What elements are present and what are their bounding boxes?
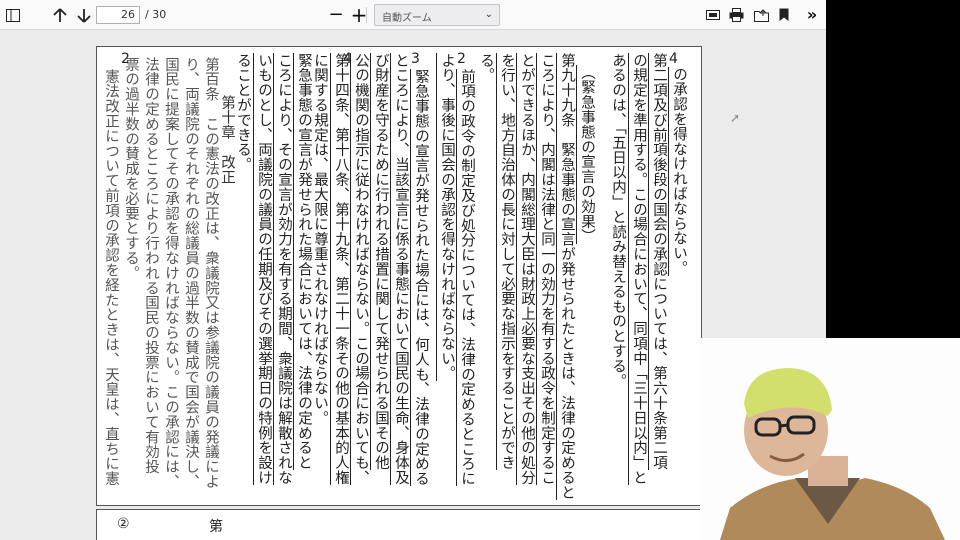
paragraph-number: 4	[669, 51, 678, 67]
next-page-icon[interactable]	[74, 5, 94, 25]
text-column: る。	[478, 53, 494, 83]
text-column: ころにより、内閣は法律と同一の効力を有する政令を制定するこ	[536, 53, 557, 486]
next-page: ② 第	[96, 509, 702, 540]
page-number-input[interactable]: 26	[96, 6, 140, 24]
paragraph-number: 2	[457, 51, 466, 67]
document-page: 4 の承認を得なければならない。 第二項及び前項後段の国会の承認については、第六…	[96, 46, 702, 506]
page-count: / 30	[145, 8, 167, 21]
text-column: 国民に提案してその承認を得なければならない。この承認には、	[163, 57, 179, 490]
open-file-icon[interactable]	[751, 5, 771, 25]
presenter-image	[700, 338, 960, 540]
text-column: 第九十九条 緊急事態の宣言が発せられたときは、法律の定めると	[556, 53, 577, 500]
text-column: 前項の政令の制定及び処分については、法律の定めるところに	[456, 69, 477, 487]
text-column: 第	[209, 519, 223, 535]
paragraph-number: 2	[121, 51, 130, 67]
text-column: 憲法改正について前項の承認を経たときは、天皇は、直ちに憲	[103, 69, 119, 487]
text-column: あるのは、「五日以内」と読み替えるものとする。	[610, 53, 626, 389]
text-column: 公の機関の指示に従わなければならない。この場合においても、	[350, 53, 371, 486]
text-column: 緊急事態の宣言が発せられた場合においては、法律の定めると	[293, 53, 314, 471]
more-tools-icon[interactable]: »	[802, 5, 822, 25]
presentation-icon[interactable]	[703, 5, 723, 25]
section-heading: （緊急事態の宣言の効果）	[576, 65, 597, 244]
chapter-heading: 第十章 改正	[219, 95, 235, 185]
text-column: とができるほか、内閣総理大臣は財政上必要な支出その他の処分	[516, 53, 537, 486]
text-column: ころにより、その宣言が効力を有する期間、衆議院は解散されな	[273, 53, 294, 486]
print-icon[interactable]	[726, 5, 746, 25]
mouse-pointer-icon: ➚	[730, 111, 741, 125]
text-column: 票の過半数の賛成を必要とする。	[123, 57, 139, 281]
bookmark-icon[interactable]	[774, 5, 794, 25]
zoom-in-button[interactable]: +	[349, 5, 369, 25]
text-column: いものとし、両議院の議員の任期及びその選挙期日の特例を設け	[253, 53, 274, 486]
text-column: り、両議院のそれぞれの総議員の過半数の賛成で国会が議決し、	[183, 57, 199, 490]
zoom-select[interactable]: 自動ズーム ⌄	[374, 4, 500, 26]
text-column: 第二項及び前項後段の国会の承認については、第六十条第二項	[648, 53, 669, 471]
paragraph-number: 4	[343, 51, 352, 67]
previous-page-icon[interactable]	[50, 5, 70, 25]
paragraph-number: ②	[117, 516, 130, 532]
zoom-select-value: 自動ズーム	[382, 13, 432, 24]
text-column: を行い、地方自治体の長に対して必要な指示をすることができ	[496, 53, 517, 471]
text-column: の規定を準用する。この場合において、同項中「三十日以内」と	[628, 53, 649, 486]
text-column: 緊急事態の宣言が発せられた場合には、何人も、法律の定める	[410, 69, 431, 487]
webcam-overlay	[700, 338, 960, 540]
text-column: 法律の定めるところにより行われる国民の投票において有効投	[143, 57, 159, 475]
text-column: の承認を得なければならない。	[668, 67, 689, 276]
zoom-out-button[interactable]: −	[326, 5, 346, 25]
paragraph-number: 3	[411, 51, 420, 67]
sidebar-toggle-icon[interactable]	[3, 5, 23, 25]
secondary-toolbar: »	[700, 0, 826, 30]
text-column: より、事後に国会の承認を得なければならない。	[436, 53, 457, 381]
text-column: 第十四条、第十八条、第十九条、第二十一条その他の基本的人権	[330, 53, 351, 486]
text-column: び財産を守るために行われる措置に関して発せられる国その他	[370, 53, 391, 471]
chevron-down-icon: ⌄	[484, 9, 493, 20]
text-column: ところにより、当該宣言に係る事態において国民の生命、身体及	[390, 53, 411, 486]
